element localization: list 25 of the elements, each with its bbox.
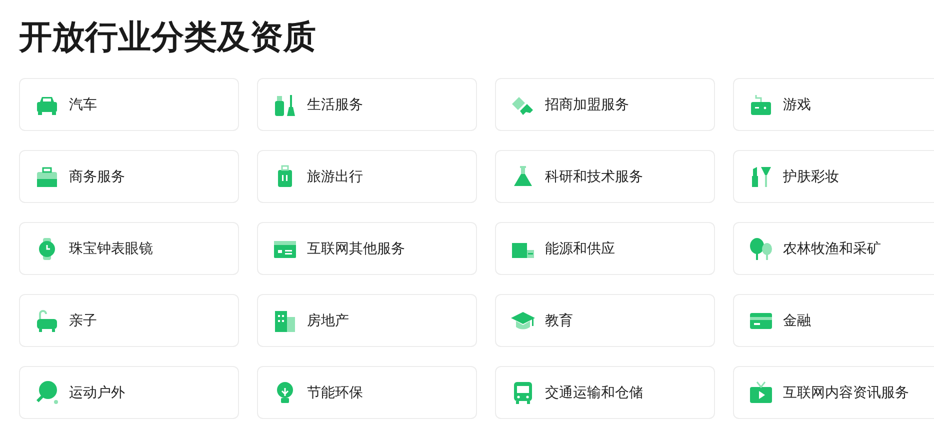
category-card[interactable]: 互联网其他服务 — [257, 222, 477, 275]
category-card[interactable]: 汽车 — [19, 78, 239, 131]
tv-icon — [748, 380, 774, 406]
page-title: 开放行业分类及资质 — [19, 16, 317, 58]
category-card[interactable]: 金融 — [733, 294, 934, 347]
category-card[interactable]: 亲子 — [19, 294, 239, 347]
category-card[interactable]: 珠宝钟表眼镜 — [19, 222, 239, 275]
category-card[interactable]: 交通运输和仓储 — [495, 366, 715, 419]
category-card[interactable]: 旅游出行 — [257, 150, 477, 203]
category-card[interactable]: 科研和技术服务 — [495, 150, 715, 203]
category-card[interactable]: 教育 — [495, 294, 715, 347]
trees-icon — [748, 236, 774, 262]
ping-pong-paddle-icon — [34, 380, 60, 406]
category-card[interactable]: 游戏 — [733, 78, 934, 131]
category-card[interactable]: 商务服务 — [19, 150, 239, 203]
category-card[interactable]: 招商加盟服务 — [495, 78, 715, 131]
category-card[interactable]: 房地产 — [257, 294, 477, 347]
bathtub-icon — [34, 308, 60, 334]
category-card[interactable]: 互联网内容资讯服务 — [733, 366, 934, 419]
category-card[interactable]: 生活服务 — [257, 78, 477, 131]
category-card[interactable]: 运动户外 — [19, 366, 239, 419]
category-card[interactable]: 农林牧渔和采矿 — [733, 222, 934, 275]
category-card[interactable]: 护肤彩妆 — [733, 150, 934, 203]
category-card[interactable]: 节能环保 — [257, 366, 477, 419]
category-card[interactable]: 能源和供应 — [495, 222, 715, 275]
